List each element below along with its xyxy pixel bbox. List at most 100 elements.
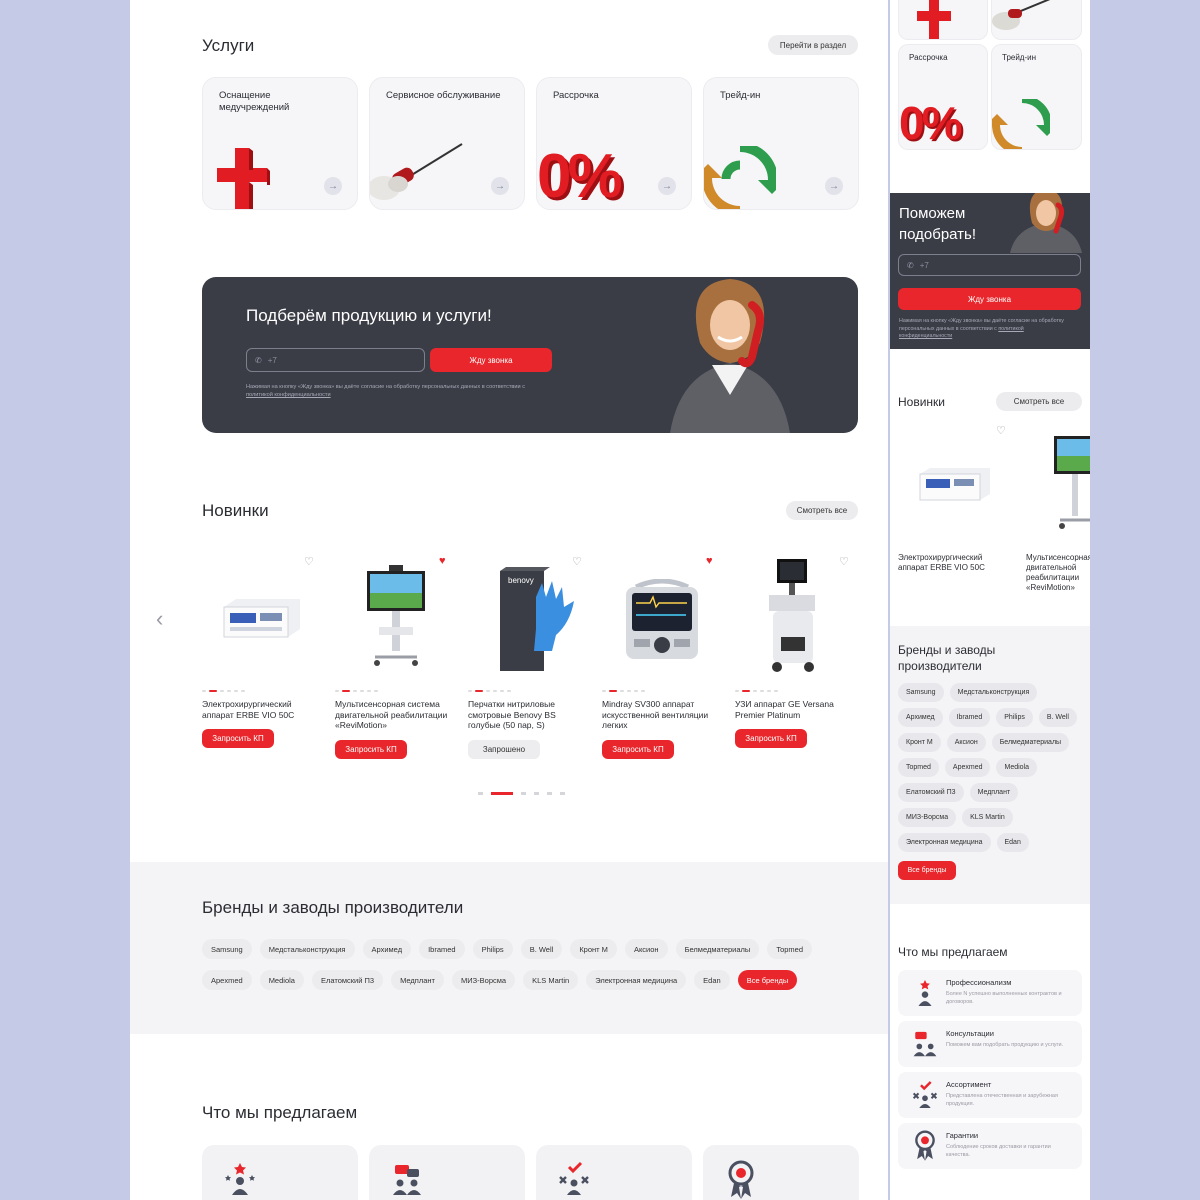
- chevron-left-icon[interactable]: ‹: [156, 606, 163, 632]
- brand-chip[interactable]: Белмедматериалы: [675, 939, 760, 959]
- brand-chip[interactable]: Philips: [996, 708, 1033, 727]
- image-pager: [202, 690, 245, 692]
- service-card-installment[interactable]: Рассрочка 0% →: [536, 77, 692, 210]
- brand-chip[interactable]: Аксион: [946, 733, 986, 752]
- product-image-ge-versana: [769, 559, 815, 672]
- m-offer-card-desc: Более N успешно выполненных контрактов и…: [946, 991, 1062, 1005]
- phone-placeholder: +7: [267, 355, 277, 365]
- services-title: Услуги: [202, 36, 255, 55]
- request-quote-button[interactable]: Запросить КП: [335, 740, 407, 759]
- carousel-pager[interactable]: [478, 792, 565, 795]
- brand-chip[interactable]: Edan: [996, 833, 1029, 852]
- zero-percent-graphic: 0%: [537, 142, 623, 210]
- service-card-equipment[interactable]: Оснащение медучреждений →: [202, 77, 358, 210]
- brand-chip[interactable]: Архимед: [898, 708, 943, 727]
- brand-chip[interactable]: B. Well: [1038, 708, 1077, 727]
- service-card-tradein[interactable]: Трейд-ин →: [703, 77, 859, 210]
- team-star-icon: [225, 1163, 255, 1195]
- m-phone-input[interactable]: ✆ +7: [898, 254, 1081, 276]
- brand-chip[interactable]: Медплант: [969, 783, 1019, 802]
- award-badge-icon: [915, 1130, 935, 1161]
- brand-chip[interactable]: Edan: [694, 970, 730, 990]
- brand-chip[interactable]: Кронт М: [570, 939, 617, 959]
- product-card[interactable]: ♡ УЗИ аппарат GE Versana Premier Platinu…: [735, 555, 857, 765]
- all-brands-button[interactable]: Все бренды: [737, 970, 798, 990]
- brand-chip[interactable]: Медплант: [391, 970, 444, 990]
- product-card[interactable]: ♥ Мультисенсорная система двигательной р…: [335, 555, 457, 765]
- product-card[interactable]: ♡ benovy Перчатки нитриловые смотровые B…: [468, 555, 590, 765]
- brand-chip[interactable]: Mediola: [996, 758, 1037, 777]
- m-all-brands-button[interactable]: Все бренды: [898, 861, 956, 880]
- brand-chip[interactable]: Samsung: [202, 939, 252, 959]
- product-card[interactable]: ♥ Mindray SV300 аппарат искусственной ве…: [602, 555, 724, 765]
- heart-icon[interactable]: ♡: [996, 424, 1006, 437]
- novelties-title: Новинки: [202, 501, 269, 520]
- brand-chip[interactable]: Apexmed: [202, 970, 252, 990]
- m-offer-title: Что мы предлагаем: [898, 945, 1008, 959]
- m-callback-button[interactable]: Жду звонка: [898, 288, 1081, 310]
- brand-chip[interactable]: Apexmed: [944, 758, 991, 777]
- brand-chip[interactable]: Елатомский П3: [311, 970, 384, 990]
- heart-icon[interactable]: ♡: [839, 555, 849, 568]
- m-service-card-installment[interactable]: Рассрочка 0%: [898, 44, 988, 150]
- brand-chip[interactable]: Белмедматериалы: [991, 733, 1070, 752]
- service-card-maintenance[interactable]: Сервисное обслуживание →: [369, 77, 525, 210]
- service-card-label: Оснащение медучреждений: [219, 90, 290, 113]
- phone-input[interactable]: ✆ +7: [246, 348, 425, 372]
- request-quote-button[interactable]: Запросить КП: [735, 729, 807, 748]
- brand-chip[interactable]: Topmed: [898, 758, 939, 777]
- brand-chip[interactable]: МИЗ-Ворсма: [898, 808, 957, 827]
- m-service-card-tradein[interactable]: Трейд-ин: [991, 44, 1082, 150]
- product-image-erbe: [919, 468, 990, 501]
- brand-chip[interactable]: KLS Martin: [962, 808, 1013, 827]
- m-service-card-maintenance[interactable]: [991, 0, 1082, 40]
- brand-chip[interactable]: Архимед: [362, 939, 412, 959]
- image-pager: [335, 690, 378, 692]
- offer-card-guarantee: [703, 1145, 859, 1200]
- brand-chip[interactable]: B. Well: [520, 939, 563, 959]
- chat-people-icon: [913, 1031, 937, 1057]
- brand-chip[interactable]: МИЗ-Ворсма: [451, 970, 516, 990]
- brand-chip[interactable]: Елатомский П3: [898, 783, 964, 802]
- services-goto-button[interactable]: Перейти в раздел: [768, 35, 858, 55]
- product-image-revimotion: [1054, 436, 1090, 529]
- brand-chip[interactable]: Аксион: [624, 939, 668, 959]
- arrow-right-icon: →: [491, 177, 509, 195]
- offer-card-assortment: [536, 1145, 692, 1200]
- brand-chip[interactable]: Philips: [472, 939, 513, 959]
- brand-chip[interactable]: Topmed: [767, 939, 812, 959]
- m-brands-list: Samsung Медстальконструкция Архимед Ibra…: [898, 683, 1088, 858]
- m-offer-card-title: Консультации: [946, 1029, 994, 1038]
- offer-title: Что мы предлагаем: [202, 1103, 358, 1122]
- award-badge-icon: [728, 1160, 754, 1199]
- brand-chip[interactable]: Электронная медицина: [898, 833, 991, 852]
- screwdriver-hand-icon: [370, 143, 463, 200]
- m-view-all-button[interactable]: Смотреть все: [996, 392, 1082, 411]
- brand-chip[interactable]: Mediola: [259, 970, 304, 990]
- brand-chip[interactable]: Ibramed: [948, 708, 991, 727]
- operator-photo: [1010, 193, 1082, 253]
- brand-chip[interactable]: Медстальконструкция: [949, 683, 1038, 702]
- brand-chip[interactable]: Ibramed: [419, 939, 465, 959]
- request-quote-button[interactable]: Запросить КП: [202, 729, 274, 748]
- privacy-link[interactable]: политикой конфиденциальности: [246, 392, 331, 398]
- brand-chip[interactable]: Samsung: [898, 683, 944, 702]
- m-service-card-equipment[interactable]: [898, 0, 988, 40]
- mobile-page: Рассрочка 0% Трейд-ин Поможем подобрать!…: [890, 0, 1090, 1200]
- heart-icon[interactable]: ♡: [304, 555, 314, 568]
- view-all-button[interactable]: Смотреть все: [786, 501, 858, 520]
- m-offer-card: Профессионализм Более N успешно выполнен…: [898, 970, 1082, 1016]
- request-quote-button[interactable]: Запросить КП: [602, 740, 674, 759]
- callback-button[interactable]: Жду звонка: [430, 348, 552, 372]
- brand-chip[interactable]: Кронт М: [898, 733, 941, 752]
- phone-icon: ✆: [907, 260, 914, 270]
- brand-chip[interactable]: KLS Martin: [523, 970, 579, 990]
- service-card-label: Сервисное обслуживание: [386, 90, 501, 101]
- heart-filled-icon[interactable]: ♥: [706, 555, 713, 567]
- product-card[interactable]: ♡ Электрохирургический аппарат ERBE VIO …: [202, 555, 324, 765]
- brand-chip[interactable]: Медстальконструкция: [259, 939, 355, 959]
- heart-filled-icon[interactable]: ♥: [439, 555, 446, 567]
- requested-button[interactable]: Запрошено: [468, 740, 540, 759]
- brand-chip[interactable]: Электронная медицина: [586, 970, 687, 990]
- service-card-label: Трейд-ин: [720, 90, 761, 101]
